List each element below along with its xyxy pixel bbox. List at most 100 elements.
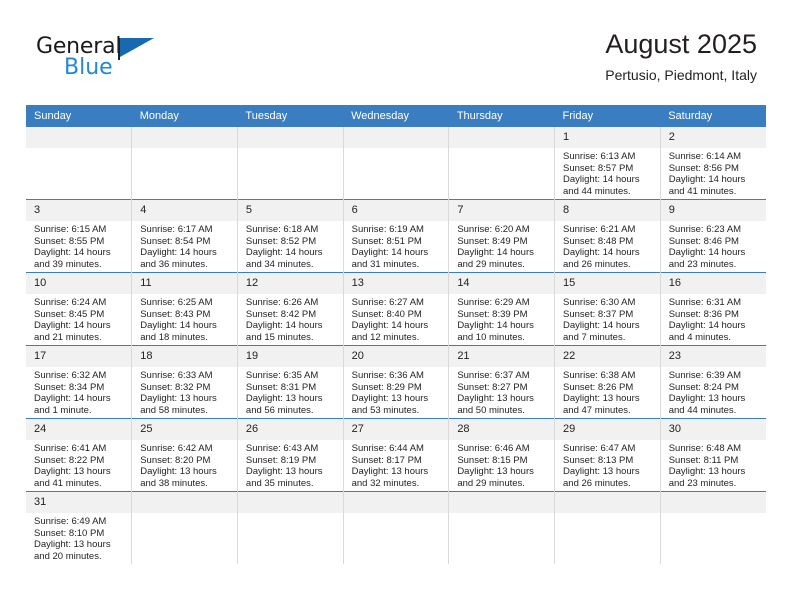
daylight-duration-line1: Daylight: 13 hours [245,393,323,405]
sunrise-time: Sunrise: 6:48 AM [668,443,742,454]
calendar-day-cell[interactable]: 31 Sunrise: 6:49 AM Sunset: 8:10 PM Dayligh… [26,491,133,564]
sunset-time: Sunset: 8:34 PM [34,381,105,393]
day-cell-content [343,127,449,199]
calendar-day-cell[interactable]: 16 Sunrise: 6:31 AM Sunset: 8:36 PM Dayligh… [660,272,766,346]
day-number: 9 [660,200,766,221]
sunset-time: Sunset: 8:11 PM [668,454,739,466]
day-cell-content [132,492,237,564]
calendar-day-cell[interactable]: 19 Sunrise: 6:35 AM Sunset: 8:31 PM Dayligh… [237,345,344,419]
general-blue-logo[interactable]: General Blue [36,36,206,88]
calendar-day-cell[interactable]: 5 Sunrise: 6:18 AM Sunset: 8:52 PM Daylight… [237,199,344,273]
title-block: August 2025 Pertusio, Piedmont, Italy [605,28,757,84]
daylight-duration-line2: and 47 minutes. [563,404,631,416]
sunrise-time: Sunrise: 6:29 AM [457,297,530,308]
calendar-day-cell[interactable]: 10 Sunrise: 6:24 AM Sunset: 8:45 PM Dayligh… [26,272,133,346]
calendar-day-cell[interactable]: 9 Sunrise: 6:23 AM Sunset: 8:46 PM Daylight… [660,199,766,273]
day-details: Sunrise: 6:30 AM Sunset: 8:37 PM Daylight:… [555,294,660,343]
daylight-duration-line2: and 44 minutes. [668,404,737,416]
calendar-day-cell[interactable]: 13 Sunrise: 6:27 AM Sunset: 8:40 PM Dayligh… [343,272,450,346]
calendar-day-cell[interactable]: 15 Sunrise: 6:30 AM Sunset: 8:37 PM Dayligh… [554,272,661,346]
daylight-duration-line1: Daylight: 14 hours [34,320,111,332]
sunrise-time: Sunrise: 6:19 AM [351,224,424,235]
calendar-week-row: 24 Sunrise: 6:41 AM Sunset: 8:22 PM Dayligh… [26,418,766,492]
day-cell-content: 12 Sunrise: 6:26 AM Sunset: 8:42 PM Dayligh… [237,273,343,345]
calendar-day-cell[interactable]: 23 Sunrise: 6:39 AM Sunset: 8:24 PM Dayligh… [660,345,766,419]
calendar-day-cell[interactable]: 6 Sunrise: 6:19 AM Sunset: 8:51 PM Daylight… [343,199,450,273]
calendar-week-row: 10 Sunrise: 6:24 AM Sunset: 8:45 PM Dayligh… [26,272,766,346]
day-cell-content: 13 Sunrise: 6:27 AM Sunset: 8:40 PM Dayligh… [343,273,449,345]
sunset-time: Sunset: 8:49 PM [457,235,528,247]
calendar-week-row: 17 Sunrise: 6:32 AM Sunset: 8:34 PM Dayligh… [26,345,766,419]
weekday-header-wednesday: Wednesday [343,105,449,127]
calendar-day-cell[interactable]: 30 Sunrise: 6:48 AM Sunset: 8:11 PM Dayligh… [660,418,766,492]
daylight-duration-line2: and 35 minutes. [245,477,314,489]
daylight-duration-line1: Daylight: 13 hours [668,393,746,405]
calendar-day-cell[interactable]: 11 Sunrise: 6:25 AM Sunset: 8:43 PM Dayligh… [131,272,238,346]
day-number [132,127,237,148]
calendar-day-cell[interactable]: 26 Sunrise: 6:43 AM Sunset: 8:19 PM Dayligh… [237,418,344,492]
day-details: Sunrise: 6:24 AM Sunset: 8:45 PM Daylight:… [26,294,131,343]
day-details: Sunrise: 6:32 AM Sunset: 8:34 PM Daylight:… [26,367,131,416]
calendar-day-cell[interactable]: 21 Sunrise: 6:37 AM Sunset: 8:27 PM Dayligh… [448,345,556,419]
daylight-duration-line2: and 31 minutes. [351,258,420,270]
calendar-day-cell[interactable]: 2 Sunrise: 6:14 AM Sunset: 8:56 PM Daylight… [660,127,766,200]
calendar-day-cell[interactable]: 18 Sunrise: 6:33 AM Sunset: 8:32 PM Dayligh… [131,345,238,419]
day-details: Sunrise: 6:43 AM Sunset: 8:19 PM Daylight:… [238,440,343,489]
daylight-duration-line2: and 56 minutes. [245,404,314,416]
day-number: 14 [449,273,555,294]
day-cell-content: 18 Sunrise: 6:33 AM Sunset: 8:32 PM Dayligh… [132,346,237,418]
calendar-day-cell[interactable]: 7 Sunrise: 6:20 AM Sunset: 8:49 PM Daylight… [448,199,556,273]
day-details: Sunrise: 6:26 AM Sunset: 8:42 PM Daylight:… [238,294,343,343]
sunrise-time: Sunrise: 6:25 AM [140,297,213,308]
sunrise-time: Sunrise: 6:32 AM [34,370,107,381]
sunset-time: Sunset: 8:48 PM [563,235,634,247]
day-cell-content: 10 Sunrise: 6:24 AM Sunset: 8:45 PM Dayligh… [26,273,132,345]
sunset-time: Sunset: 8:26 PM [563,381,634,393]
daylight-duration-line1: Daylight: 14 hours [351,320,429,332]
calendar-day-cell[interactable]: 22 Sunrise: 6:38 AM Sunset: 8:26 PM Dayligh… [554,345,661,419]
weekday-header-sunday: Sunday [26,105,132,127]
calendar-day-cell[interactable]: 3 Sunrise: 6:15 AM Sunset: 8:55 PM Daylight… [26,199,133,273]
day-details: Sunrise: 6:35 AM Sunset: 8:31 PM Daylight:… [238,367,343,416]
calendar-day-cell[interactable]: 17 Sunrise: 6:32 AM Sunset: 8:34 PM Dayligh… [26,345,133,419]
calendar-day-cell-empty [131,127,238,200]
calendar-day-cell-empty [343,491,450,564]
day-details: Sunrise: 6:15 AM Sunset: 8:55 PM Daylight:… [26,221,131,270]
day-number [449,492,555,513]
day-number: 15 [555,273,660,294]
sunset-time: Sunset: 8:52 PM [245,235,317,247]
daylight-duration-line2: and 12 minutes. [351,331,420,343]
calendar-day-cell[interactable]: 1 Sunrise: 6:13 AM Sunset: 8:57 PM Daylight… [554,127,661,200]
day-cell-content: 15 Sunrise: 6:30 AM Sunset: 8:37 PM Dayligh… [555,273,660,345]
calendar-day-cell[interactable]: 4 Sunrise: 6:17 AM Sunset: 8:54 PM Daylight… [131,199,238,273]
sunset-time: Sunset: 8:43 PM [140,308,211,320]
calendar-day-cell[interactable]: 25 Sunrise: 6:42 AM Sunset: 8:20 PM Dayligh… [131,418,238,492]
calendar-day-cell[interactable]: 8 Sunrise: 6:21 AM Sunset: 8:48 PM Daylight… [554,199,661,273]
calendar-day-cell[interactable]: 28 Sunrise: 6:46 AM Sunset: 8:15 PM Dayligh… [448,418,556,492]
calendar-day-cell[interactable]: 14 Sunrise: 6:29 AM Sunset: 8:39 PM Dayligh… [448,272,556,346]
calendar-day-cell[interactable]: 29 Sunrise: 6:47 AM Sunset: 8:13 PM Dayligh… [554,418,661,492]
sunset-time: Sunset: 8:57 PM [563,162,634,174]
calendar-day-cell[interactable]: 27 Sunrise: 6:44 AM Sunset: 8:17 PM Dayligh… [343,418,450,492]
calendar-day-cell-empty [131,491,238,564]
calendar-week-row: 31 Sunrise: 6:49 AM Sunset: 8:10 PM Dayligh… [26,491,766,564]
day-details: Sunrise: 6:44 AM Sunset: 8:17 PM Daylight:… [344,440,449,489]
day-cell-content: 14 Sunrise: 6:29 AM Sunset: 8:39 PM Dayligh… [449,273,555,345]
calendar-day-cell[interactable]: 20 Sunrise: 6:36 AM Sunset: 8:29 PM Dayligh… [343,345,450,419]
calendar-day-cell[interactable]: 12 Sunrise: 6:26 AM Sunset: 8:42 PM Dayligh… [237,272,344,346]
daylight-duration-line1: Daylight: 14 hours [245,320,323,332]
day-cell-content: 28 Sunrise: 6:46 AM Sunset: 8:15 PM Dayligh… [449,419,555,491]
day-cell-content [237,127,343,199]
daylight-duration-line2: and 26 minutes. [563,477,631,489]
sunset-time: Sunset: 8:24 PM [668,381,739,393]
calendar-day-cell-empty [237,491,344,564]
daylight-duration-line1: Daylight: 14 hours [245,247,323,259]
day-number: 22 [555,346,660,367]
weekday-headers: Sunday Monday Tuesday Wednesday Thursday Frid… [26,105,766,127]
day-number: 17 [26,346,132,367]
day-details: Sunrise: 6:49 AM Sunset: 8:10 PM Daylight:… [26,513,131,562]
sunrise-time: Sunrise: 6:21 AM [563,224,636,235]
calendar-day-cell-empty [237,127,344,200]
sunset-time: Sunset: 8:55 PM [34,235,105,247]
calendar-day-cell[interactable]: 24 Sunrise: 6:41 AM Sunset: 8:22 PM Dayligh… [26,418,133,492]
